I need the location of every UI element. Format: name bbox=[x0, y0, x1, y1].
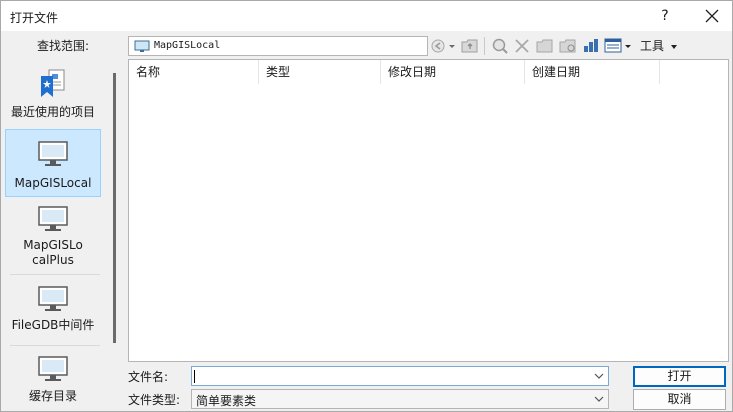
up-folder-icon bbox=[461, 39, 478, 53]
place-label: 最近使用的项目 bbox=[10, 105, 95, 119]
place-label: 缓存目录 bbox=[28, 389, 77, 403]
place-label: MapGISLocal bbox=[14, 176, 92, 190]
column-header-modified[interactable]: 修改日期 bbox=[381, 60, 525, 84]
places-divider bbox=[10, 274, 100, 275]
place-label: MapGISLo calPlus bbox=[23, 238, 83, 267]
places-divider bbox=[10, 345, 100, 346]
place-filegdb[interactable]: FileGDB中间件 bbox=[5, 285, 101, 335]
monitor-icon bbox=[38, 356, 68, 381]
delete-button[interactable] bbox=[514, 37, 530, 55]
cancel-button[interactable]: 取消 bbox=[633, 389, 726, 410]
open-button[interactable]: 打开 bbox=[633, 366, 726, 387]
place-label: FileGDB中间件 bbox=[11, 318, 95, 332]
up-folder-button[interactable] bbox=[461, 37, 479, 55]
tools-menu[interactable]: 工具 bbox=[640, 38, 678, 56]
monitor-icon bbox=[38, 206, 68, 231]
back-icon bbox=[431, 39, 455, 53]
close-button[interactable] bbox=[698, 4, 726, 28]
back-button[interactable] bbox=[431, 37, 457, 55]
column-header-type[interactable]: 类型 bbox=[259, 60, 381, 84]
view-menu-button[interactable] bbox=[604, 37, 634, 55]
filename-label: 文件名: bbox=[128, 370, 169, 384]
file-list[interactable]: 名称 类型 修改日期 创建日期 bbox=[128, 59, 729, 362]
grid-icon bbox=[584, 39, 598, 52]
column-header-name[interactable]: 名称 bbox=[129, 60, 259, 84]
place-mapgislocal[interactable]: MapGISLocal bbox=[5, 129, 101, 197]
dialog-title: 打开文件 bbox=[10, 11, 59, 25]
places-scrollbar[interactable] bbox=[113, 73, 116, 343]
chevron-down-icon bbox=[594, 373, 604, 379]
views-grid-button[interactable] bbox=[582, 37, 600, 55]
monitor-icon bbox=[134, 40, 150, 52]
place-cache-directory[interactable]: 缓存目录 bbox=[5, 355, 101, 405]
new-folder-button[interactable] bbox=[536, 37, 554, 55]
filetype-label: 文件类型: bbox=[128, 393, 181, 407]
magnifier-globe-icon bbox=[492, 38, 508, 54]
search-web-button[interactable] bbox=[491, 37, 509, 55]
look-in-combo[interactable]: MapGISLocal bbox=[128, 36, 428, 56]
filetype-value: 简单要素类 bbox=[196, 394, 257, 408]
monitor-icon bbox=[38, 286, 68, 311]
new-folder-icon bbox=[536, 39, 553, 53]
place-recent-items[interactable]: 最近使用的项目 bbox=[5, 67, 101, 123]
filename-combo[interactable] bbox=[191, 366, 609, 386]
open-file-dialog: 打开文件 ? 查找范围: MapGISLocal 工具 最近使用的项目 MapG… bbox=[0, 0, 733, 412]
column-header-created[interactable]: 创建日期 bbox=[525, 60, 660, 84]
filetype-combo[interactable]: 简单要素类 bbox=[191, 389, 609, 409]
places-bar: 最近使用的项目 MapGISLocal MapGISLo calPlus Fil… bbox=[4, 61, 110, 411]
details-view-icon bbox=[604, 38, 631, 53]
place-mapgislocalplus[interactable]: MapGISLo calPlus bbox=[5, 203, 101, 273]
help-button[interactable]: ? bbox=[651, 4, 679, 28]
chevron-down-icon bbox=[594, 396, 604, 402]
tools-label: 工具 bbox=[640, 39, 665, 53]
text-caret bbox=[194, 370, 195, 383]
close-icon bbox=[705, 9, 719, 23]
folder-sync-icon bbox=[559, 39, 576, 53]
delete-x-icon bbox=[515, 39, 529, 53]
dropdown-arrow-icon bbox=[670, 44, 677, 49]
monitor-icon bbox=[38, 141, 68, 166]
look-in-label: 查找范围: bbox=[37, 39, 90, 53]
recent-items-icon bbox=[41, 69, 65, 97]
toolbar-separator bbox=[484, 37, 485, 55]
look-in-value: MapGISLocal bbox=[154, 40, 221, 51]
title-bar: 打开文件 ? bbox=[1, 1, 732, 31]
map-folder-button[interactable] bbox=[559, 37, 577, 55]
